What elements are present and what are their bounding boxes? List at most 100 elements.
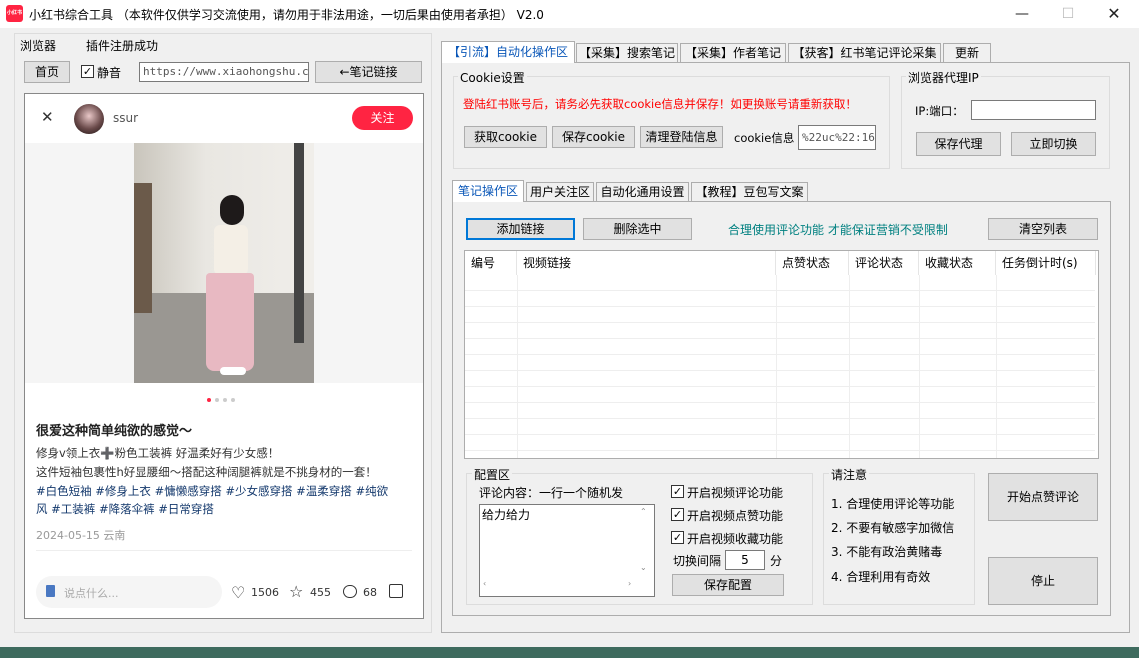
tab-update[interactable]: 更新	[943, 43, 991, 63]
follow-button[interactable]: 关注	[352, 106, 413, 130]
table-row[interactable]	[465, 355, 1095, 371]
carousel-dot[interactable]	[207, 398, 211, 402]
table-row[interactable]	[465, 435, 1095, 451]
post-image-area	[25, 143, 423, 383]
get-cookie-button[interactable]: 获取cookie	[464, 126, 547, 148]
notes-table[interactable]: 编号 视频链接 点赞状态 评论状态 收藏状态 任务倒计时(s)	[464, 250, 1099, 459]
clear-list-button[interactable]: 清空列表	[988, 218, 1098, 240]
col-header-like-status[interactable]: 点赞状态	[776, 251, 849, 275]
post-tags[interactable]: 风 #工装裤 #降落伞裤 #日常穿搭	[36, 501, 214, 517]
title-bar: 小红书 小红书综合工具 （本软件仅供学习交流使用，请勿用于非法用途，一切后果由使…	[0, 0, 1139, 28]
table-row[interactable]	[465, 307, 1095, 323]
enable-like-label: 开启视频点赞功能	[687, 509, 784, 523]
cookie-info-field[interactable]: %22uc%22:16};	[798, 125, 876, 150]
interval-label: 切换间隔	[673, 554, 722, 568]
note-link-button[interactable]: ←笔记链接	[315, 61, 422, 83]
table-row[interactable]	[465, 403, 1095, 419]
post-body-line: 这件短袖包裹性h好显腰细～搭配这种阔腿裤就是不挑身材的一套！	[36, 465, 377, 479]
table-row[interactable]	[465, 339, 1095, 355]
col-header-id[interactable]: 编号	[465, 251, 517, 275]
clear-login-button[interactable]: 清理登陆信息	[640, 126, 723, 148]
post-title: 很爱这种简单纯欲的感觉～	[36, 424, 193, 439]
like-count: 1506	[251, 586, 279, 599]
notice-item: 2. 不要有敏感字加微信	[831, 521, 955, 535]
tab-author-notes[interactable]: 【采集】作者笔记	[680, 43, 786, 63]
stop-button[interactable]: 停止	[988, 557, 1098, 605]
close-window-button[interactable]: ✕	[1091, 0, 1137, 28]
url-field[interactable]: https://www.xiaohongshu.com/	[139, 62, 309, 82]
post-tags[interactable]: #白色短袖 #修身上衣 #慵懒感穿搭 #少女感穿搭 #温柔穿搭 #纯欲	[36, 483, 388, 499]
notice-item: 1. 合理使用评论等功能	[831, 497, 955, 511]
interval-field[interactable]: 5	[725, 550, 765, 570]
scroll-left-icon[interactable]: ‹	[483, 579, 486, 588]
scroll-right-icon[interactable]: ›	[628, 579, 631, 588]
cookie-warning: 登陆红书账号后，请务必先获取cookie信息并保存！如更换账号请重新获取！	[463, 97, 857, 111]
tab-note-operations[interactable]: 笔记操作区	[452, 180, 524, 202]
like-icon[interactable]: ♡	[231, 583, 245, 602]
plugin-status: 插件注册成功	[86, 39, 159, 53]
pen-icon	[46, 585, 55, 597]
table-row[interactable]	[465, 323, 1095, 339]
interval-unit: 分	[770, 554, 783, 568]
share-icon[interactable]	[389, 584, 403, 598]
tab-tutorial[interactable]: 【教程】豆包写文案	[691, 182, 808, 202]
carousel-dots[interactable]	[205, 391, 237, 405]
carousel-dot[interactable]	[215, 398, 219, 402]
post-photo[interactable]	[134, 143, 314, 383]
scroll-down-icon[interactable]: ⌄	[640, 563, 647, 572]
home-button[interactable]: 首页	[24, 61, 70, 83]
tab-user-follow[interactable]: 用户关注区	[526, 182, 594, 202]
switch-proxy-button[interactable]: 立即切换	[1011, 132, 1096, 156]
scroll-up-icon[interactable]: ⌃	[640, 507, 647, 516]
comment-input[interactable]: 说点什么...	[36, 576, 222, 608]
carousel-dot[interactable]	[231, 398, 235, 402]
tab-general-settings[interactable]: 自动化通用设置	[596, 182, 689, 202]
tab-comment-collect[interactable]: 【获客】红书笔记评论采集	[788, 43, 941, 63]
delete-selected-button[interactable]: 删除选中	[583, 218, 692, 240]
carousel-dot[interactable]	[223, 398, 227, 402]
minimize-button[interactable]: —	[999, 0, 1045, 28]
enable-comment-checkbox[interactable]: ✓	[671, 485, 684, 498]
comment-icon[interactable]	[343, 585, 357, 598]
ip-port-field[interactable]	[971, 100, 1096, 120]
enable-like-checkbox[interactable]: ✓	[671, 508, 684, 521]
col-header-comment-status[interactable]: 评论状态	[849, 251, 919, 275]
author-name[interactable]: ssur	[113, 111, 138, 125]
collect-count: 455	[310, 586, 331, 599]
comment-content-label: 评论内容：一行一个随机发	[479, 486, 624, 500]
cookie-group-title: Cookie设置	[458, 69, 527, 86]
table-row[interactable]	[465, 275, 1095, 291]
enable-comment-label: 开启视频评论功能	[687, 486, 784, 500]
usage-tip: 合理使用评论功能 才能保证营销不受限制	[728, 223, 948, 237]
close-post-icon[interactable]: ✕	[41, 108, 54, 126]
col-divider	[849, 275, 850, 458]
divider	[36, 550, 412, 551]
table-row[interactable]	[465, 419, 1095, 435]
window-title: 小红书综合工具 （本软件仅供学习交流使用，请勿用于非法用途，一切后果由使用者承担…	[29, 8, 544, 22]
comment-content-textarea[interactable]: 给力给力 ⌃ ⌄ ‹ ›	[479, 504, 655, 597]
col-header-link[interactable]: 视频链接	[517, 251, 776, 275]
col-divider	[776, 275, 777, 458]
table-row[interactable]	[465, 291, 1095, 307]
tab-search-notes[interactable]: 【采集】搜索笔记	[576, 43, 678, 63]
author-avatar[interactable]	[74, 104, 104, 134]
start-like-comment-button[interactable]: 开始点赞评论	[988, 473, 1098, 521]
tab-automation[interactable]: 【引流】自动化操作区	[441, 41, 575, 63]
collect-icon[interactable]: ☆	[289, 582, 303, 601]
col-header-countdown[interactable]: 任务倒计时(s)	[996, 251, 1096, 275]
save-cookie-button[interactable]: 保存cookie	[552, 126, 635, 148]
comment-count: 68	[363, 586, 377, 599]
mute-checkbox[interactable]: ✓	[81, 65, 94, 78]
enable-collect-checkbox[interactable]: ✓	[671, 531, 684, 544]
ip-port-label: IP:端口：	[915, 104, 964, 118]
config-group-title: 配置区	[472, 466, 513, 483]
maximize-button[interactable]: ☐	[1045, 0, 1091, 28]
col-header-collect-status[interactable]: 收藏状态	[919, 251, 996, 275]
save-proxy-button[interactable]: 保存代理	[916, 132, 1001, 156]
table-row[interactable]	[465, 371, 1095, 387]
table-row[interactable]	[465, 387, 1095, 403]
post-body-line: 修身v领上衣➕粉色工装裤 好温柔好有少女感！	[36, 446, 280, 460]
save-config-button[interactable]: 保存配置	[672, 574, 784, 596]
col-divider	[919, 275, 920, 458]
add-link-button[interactable]: 添加链接	[466, 218, 575, 240]
